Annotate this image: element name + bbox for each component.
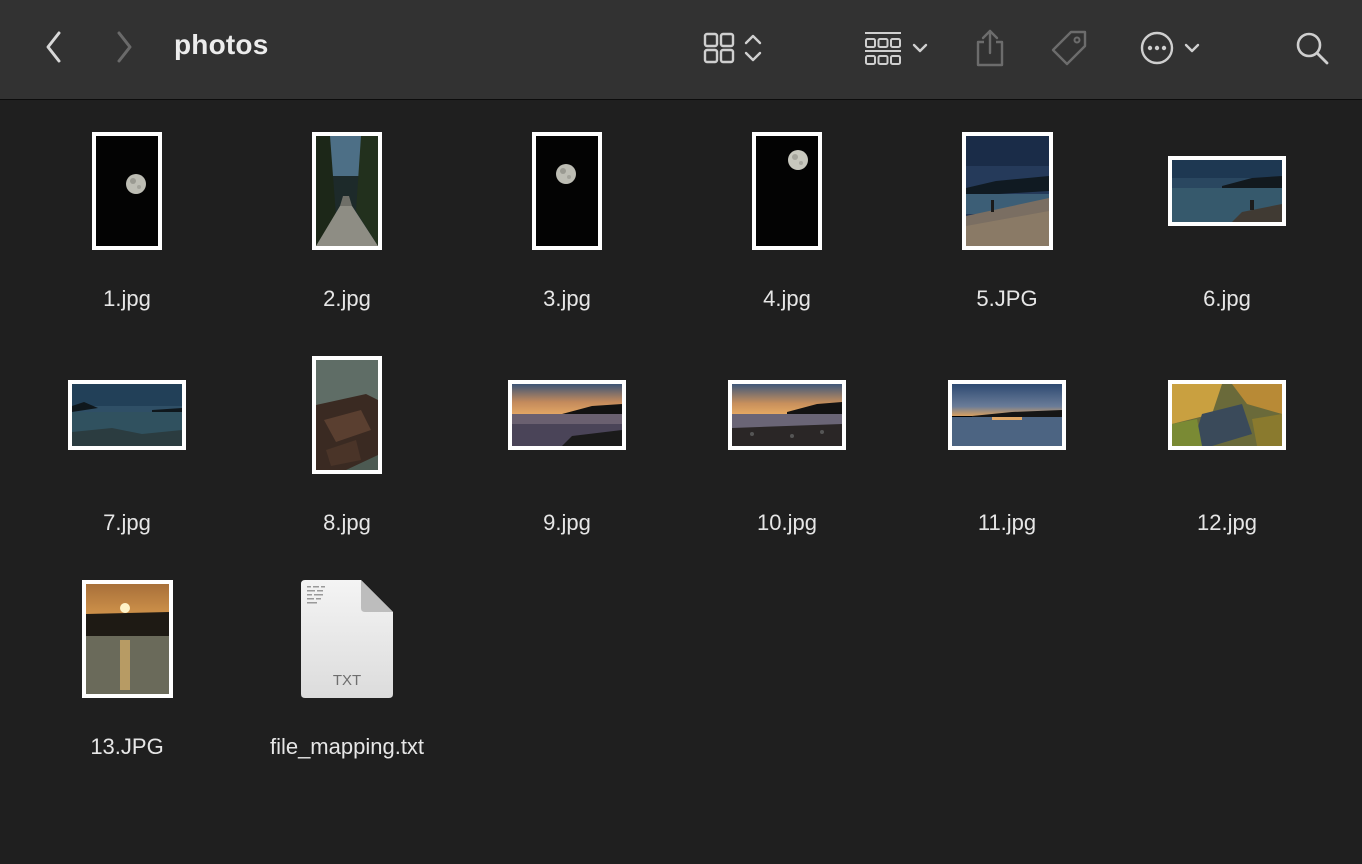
file-item[interactable]: 12.jpg: [1117, 340, 1337, 540]
file-name: 6.jpg: [1203, 286, 1251, 311]
view-mode-button[interactable]: [694, 28, 772, 68]
icon-view-grid-icon: [703, 32, 735, 64]
file-grid: 1.jpg 2.jpg 3.jpg 4.jpg 5.JPG 6.jpg 7.jp…: [0, 101, 1362, 864]
file-name: 1.jpg: [103, 286, 151, 311]
search-button[interactable]: [1292, 28, 1332, 68]
chevron-down-icon: [1184, 43, 1200, 53]
share-icon: [976, 29, 1004, 67]
file-item[interactable]: 5.JPG: [897, 116, 1117, 316]
file-name: 10.jpg: [757, 510, 817, 535]
image-thumbnail: [532, 132, 602, 250]
file-item[interactable]: 9.jpg: [457, 340, 677, 540]
file-type-badge: TXT: [332, 672, 362, 689]
file-item[interactable]: 13.JPG: [17, 564, 237, 764]
file-item[interactable]: 11.jpg: [897, 340, 1117, 540]
file-item[interactable]: 3.jpg: [457, 116, 677, 316]
file-item[interactable]: 7.jpg: [17, 340, 237, 540]
file-name: 11.jpg: [977, 510, 1037, 535]
file-item[interactable]: 4.jpg: [677, 116, 897, 316]
file-name: file_mapping.txt: [269, 734, 425, 759]
group-by-icon: [865, 32, 901, 65]
image-thumbnail: [312, 356, 382, 474]
file-item[interactable]: 2.jpg: [237, 116, 457, 316]
window-title: photos: [174, 29, 269, 60]
file-name: 7.jpg: [103, 510, 151, 535]
more-actions-icon: [1140, 31, 1174, 65]
tag-button[interactable]: [1048, 27, 1090, 69]
search-icon: [1296, 32, 1329, 65]
file-name: 13.JPG: [90, 734, 164, 759]
file-name: 9.jpg: [543, 510, 591, 535]
image-thumbnail: [1168, 156, 1286, 226]
image-thumbnail: [948, 380, 1066, 450]
file-name: 3.jpg: [543, 286, 591, 311]
file-item[interactable]: 6.jpg: [1117, 116, 1337, 316]
image-thumbnail: [1168, 380, 1286, 450]
tag-icon: [1051, 30, 1087, 66]
image-thumbnail: [92, 132, 162, 250]
file-name: 2.jpg: [323, 286, 371, 311]
share-button[interactable]: [970, 26, 1010, 70]
image-thumbnail: [312, 132, 382, 250]
forward-button[interactable]: [106, 27, 142, 67]
forward-chevron-icon: [117, 31, 132, 63]
file-name: 5.JPG: [976, 286, 1038, 311]
text-document-icon: TXT: [301, 580, 393, 698]
back-chevron-icon: [46, 31, 61, 63]
file-item[interactable]: 1.jpg: [17, 116, 237, 316]
group-by-button[interactable]: [858, 28, 934, 68]
file-name: 12.jpg: [1197, 510, 1257, 535]
image-thumbnail: [81, 580, 173, 698]
file-item[interactable]: 10.jpg: [677, 340, 897, 540]
image-thumbnail: [752, 132, 822, 250]
image-thumbnail: [508, 380, 626, 450]
back-button[interactable]: [36, 27, 72, 67]
image-thumbnail: [728, 380, 846, 450]
file-item[interactable]: 8.jpg: [237, 340, 457, 540]
chevron-down-icon: [912, 43, 928, 53]
up-down-chevron-icon: [744, 34, 762, 62]
image-thumbnail: [961, 132, 1053, 250]
file-name: 8.jpg: [323, 510, 371, 535]
image-thumbnail: [68, 380, 186, 450]
file-item[interactable]: TXT file_mapping.txt: [237, 564, 457, 764]
file-name: 4.jpg: [763, 286, 811, 311]
more-actions-button[interactable]: [1134, 28, 1206, 68]
finder-toolbar: photos: [0, 0, 1362, 100]
